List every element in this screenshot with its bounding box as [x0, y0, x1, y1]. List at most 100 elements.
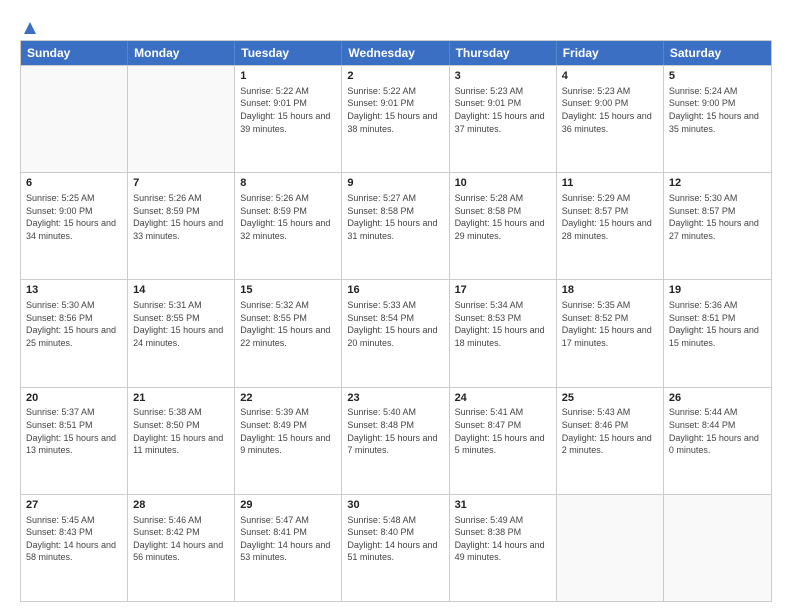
calendar-cell: 21Sunrise: 5:38 AM Sunset: 8:50 PM Dayli… [128, 388, 235, 494]
cell-sun-info: Sunrise: 5:47 AM Sunset: 8:41 PM Dayligh… [240, 514, 336, 564]
cell-sun-info: Sunrise: 5:29 AM Sunset: 8:57 PM Dayligh… [562, 192, 658, 242]
cell-day-number: 31 [455, 498, 551, 513]
calendar-header: SundayMondayTuesdayWednesdayThursdayFrid… [21, 41, 771, 65]
calendar-cell: 27Sunrise: 5:45 AM Sunset: 8:43 PM Dayli… [21, 495, 128, 601]
cell-day-number: 26 [669, 391, 766, 406]
calendar-cell: 17Sunrise: 5:34 AM Sunset: 8:53 PM Dayli… [450, 280, 557, 386]
cell-day-number: 21 [133, 391, 229, 406]
calendar-week-row: 6Sunrise: 5:25 AM Sunset: 9:00 PM Daylig… [21, 172, 771, 279]
cell-day-number: 16 [347, 283, 443, 298]
cell-day-number: 14 [133, 283, 229, 298]
calendar-cell: 10Sunrise: 5:28 AM Sunset: 8:58 PM Dayli… [450, 173, 557, 279]
calendar-cell: 8Sunrise: 5:26 AM Sunset: 8:59 PM Daylig… [235, 173, 342, 279]
cell-sun-info: Sunrise: 5:38 AM Sunset: 8:50 PM Dayligh… [133, 406, 229, 456]
calendar-cell: 14Sunrise: 5:31 AM Sunset: 8:55 PM Dayli… [128, 280, 235, 386]
calendar-cell: 6Sunrise: 5:25 AM Sunset: 9:00 PM Daylig… [21, 173, 128, 279]
cell-day-number: 7 [133, 176, 229, 191]
calendar-cell: 31Sunrise: 5:49 AM Sunset: 8:38 PM Dayli… [450, 495, 557, 601]
calendar-cell: 7Sunrise: 5:26 AM Sunset: 8:59 PM Daylig… [128, 173, 235, 279]
cell-sun-info: Sunrise: 5:35 AM Sunset: 8:52 PM Dayligh… [562, 299, 658, 349]
cell-day-number: 28 [133, 498, 229, 513]
cell-sun-info: Sunrise: 5:22 AM Sunset: 9:01 PM Dayligh… [240, 85, 336, 135]
cell-day-number: 2 [347, 69, 443, 84]
cell-day-number: 29 [240, 498, 336, 513]
cell-day-number: 22 [240, 391, 336, 406]
day-of-week-header: Saturday [664, 41, 771, 65]
calendar-cell [557, 495, 664, 601]
day-of-week-header: Friday [557, 41, 664, 65]
cell-sun-info: Sunrise: 5:49 AM Sunset: 8:38 PM Dayligh… [455, 514, 551, 564]
calendar-cell: 28Sunrise: 5:46 AM Sunset: 8:42 PM Dayli… [128, 495, 235, 601]
cell-sun-info: Sunrise: 5:46 AM Sunset: 8:42 PM Dayligh… [133, 514, 229, 564]
calendar-cell: 19Sunrise: 5:36 AM Sunset: 8:51 PM Dayli… [664, 280, 771, 386]
cell-day-number: 23 [347, 391, 443, 406]
day-of-week-header: Thursday [450, 41, 557, 65]
cell-day-number: 27 [26, 498, 122, 513]
calendar-cell: 30Sunrise: 5:48 AM Sunset: 8:40 PM Dayli… [342, 495, 449, 601]
cell-day-number: 9 [347, 176, 443, 191]
cell-sun-info: Sunrise: 5:22 AM Sunset: 9:01 PM Dayligh… [347, 85, 443, 135]
cell-sun-info: Sunrise: 5:34 AM Sunset: 8:53 PM Dayligh… [455, 299, 551, 349]
calendar-cell [664, 495, 771, 601]
cell-sun-info: Sunrise: 5:24 AM Sunset: 9:00 PM Dayligh… [669, 85, 766, 135]
cell-day-number: 8 [240, 176, 336, 191]
cell-day-number: 6 [26, 176, 122, 191]
calendar-cell: 26Sunrise: 5:44 AM Sunset: 8:44 PM Dayli… [664, 388, 771, 494]
cell-sun-info: Sunrise: 5:43 AM Sunset: 8:46 PM Dayligh… [562, 406, 658, 456]
day-of-week-header: Sunday [21, 41, 128, 65]
cell-day-number: 11 [562, 176, 658, 191]
calendar-body: 1Sunrise: 5:22 AM Sunset: 9:01 PM Daylig… [21, 65, 771, 601]
calendar-week-row: 20Sunrise: 5:37 AM Sunset: 8:51 PM Dayli… [21, 387, 771, 494]
calendar-cell: 18Sunrise: 5:35 AM Sunset: 8:52 PM Dayli… [557, 280, 664, 386]
day-of-week-header: Wednesday [342, 41, 449, 65]
cell-sun-info: Sunrise: 5:48 AM Sunset: 8:40 PM Dayligh… [347, 514, 443, 564]
cell-sun-info: Sunrise: 5:27 AM Sunset: 8:58 PM Dayligh… [347, 192, 443, 242]
calendar-cell: 23Sunrise: 5:40 AM Sunset: 8:48 PM Dayli… [342, 388, 449, 494]
cell-sun-info: Sunrise: 5:32 AM Sunset: 8:55 PM Dayligh… [240, 299, 336, 349]
day-of-week-header: Tuesday [235, 41, 342, 65]
cell-day-number: 10 [455, 176, 551, 191]
calendar-cell: 24Sunrise: 5:41 AM Sunset: 8:47 PM Dayli… [450, 388, 557, 494]
cell-sun-info: Sunrise: 5:26 AM Sunset: 8:59 PM Dayligh… [133, 192, 229, 242]
cell-day-number: 13 [26, 283, 122, 298]
calendar-cell: 3Sunrise: 5:23 AM Sunset: 9:01 PM Daylig… [450, 66, 557, 172]
cell-sun-info: Sunrise: 5:23 AM Sunset: 9:00 PM Dayligh… [562, 85, 658, 135]
cell-day-number: 12 [669, 176, 766, 191]
calendar-week-row: 13Sunrise: 5:30 AM Sunset: 8:56 PM Dayli… [21, 279, 771, 386]
cell-day-number: 5 [669, 69, 766, 84]
calendar-cell: 1Sunrise: 5:22 AM Sunset: 9:01 PM Daylig… [235, 66, 342, 172]
cell-sun-info: Sunrise: 5:41 AM Sunset: 8:47 PM Dayligh… [455, 406, 551, 456]
day-of-week-header: Monday [128, 41, 235, 65]
cell-sun-info: Sunrise: 5:30 AM Sunset: 8:56 PM Dayligh… [26, 299, 122, 349]
calendar-cell: 4Sunrise: 5:23 AM Sunset: 9:00 PM Daylig… [557, 66, 664, 172]
cell-sun-info: Sunrise: 5:44 AM Sunset: 8:44 PM Dayligh… [669, 406, 766, 456]
cell-sun-info: Sunrise: 5:30 AM Sunset: 8:57 PM Dayligh… [669, 192, 766, 242]
cell-sun-info: Sunrise: 5:45 AM Sunset: 8:43 PM Dayligh… [26, 514, 122, 564]
cell-day-number: 1 [240, 69, 336, 84]
calendar-cell: 12Sunrise: 5:30 AM Sunset: 8:57 PM Dayli… [664, 173, 771, 279]
calendar-week-row: 27Sunrise: 5:45 AM Sunset: 8:43 PM Dayli… [21, 494, 771, 601]
cell-day-number: 3 [455, 69, 551, 84]
calendar-cell: 25Sunrise: 5:43 AM Sunset: 8:46 PM Dayli… [557, 388, 664, 494]
calendar-cell: 20Sunrise: 5:37 AM Sunset: 8:51 PM Dayli… [21, 388, 128, 494]
cell-sun-info: Sunrise: 5:23 AM Sunset: 9:01 PM Dayligh… [455, 85, 551, 135]
cell-sun-info: Sunrise: 5:37 AM Sunset: 8:51 PM Dayligh… [26, 406, 122, 456]
cell-sun-info: Sunrise: 5:25 AM Sunset: 9:00 PM Dayligh… [26, 192, 122, 242]
calendar-cell: 16Sunrise: 5:33 AM Sunset: 8:54 PM Dayli… [342, 280, 449, 386]
cell-sun-info: Sunrise: 5:28 AM Sunset: 8:58 PM Dayligh… [455, 192, 551, 242]
page: SundayMondayTuesdayWednesdayThursdayFrid… [0, 0, 792, 612]
calendar-cell: 11Sunrise: 5:29 AM Sunset: 8:57 PM Dayli… [557, 173, 664, 279]
header [20, 18, 772, 32]
calendar-week-row: 1Sunrise: 5:22 AM Sunset: 9:01 PM Daylig… [21, 65, 771, 172]
calendar: SundayMondayTuesdayWednesdayThursdayFrid… [20, 40, 772, 602]
cell-day-number: 15 [240, 283, 336, 298]
calendar-cell: 2Sunrise: 5:22 AM Sunset: 9:01 PM Daylig… [342, 66, 449, 172]
cell-day-number: 30 [347, 498, 443, 513]
calendar-cell [21, 66, 128, 172]
logo [20, 18, 38, 32]
cell-sun-info: Sunrise: 5:31 AM Sunset: 8:55 PM Dayligh… [133, 299, 229, 349]
calendar-cell: 15Sunrise: 5:32 AM Sunset: 8:55 PM Dayli… [235, 280, 342, 386]
cell-day-number: 25 [562, 391, 658, 406]
cell-day-number: 17 [455, 283, 551, 298]
calendar-cell: 9Sunrise: 5:27 AM Sunset: 8:58 PM Daylig… [342, 173, 449, 279]
